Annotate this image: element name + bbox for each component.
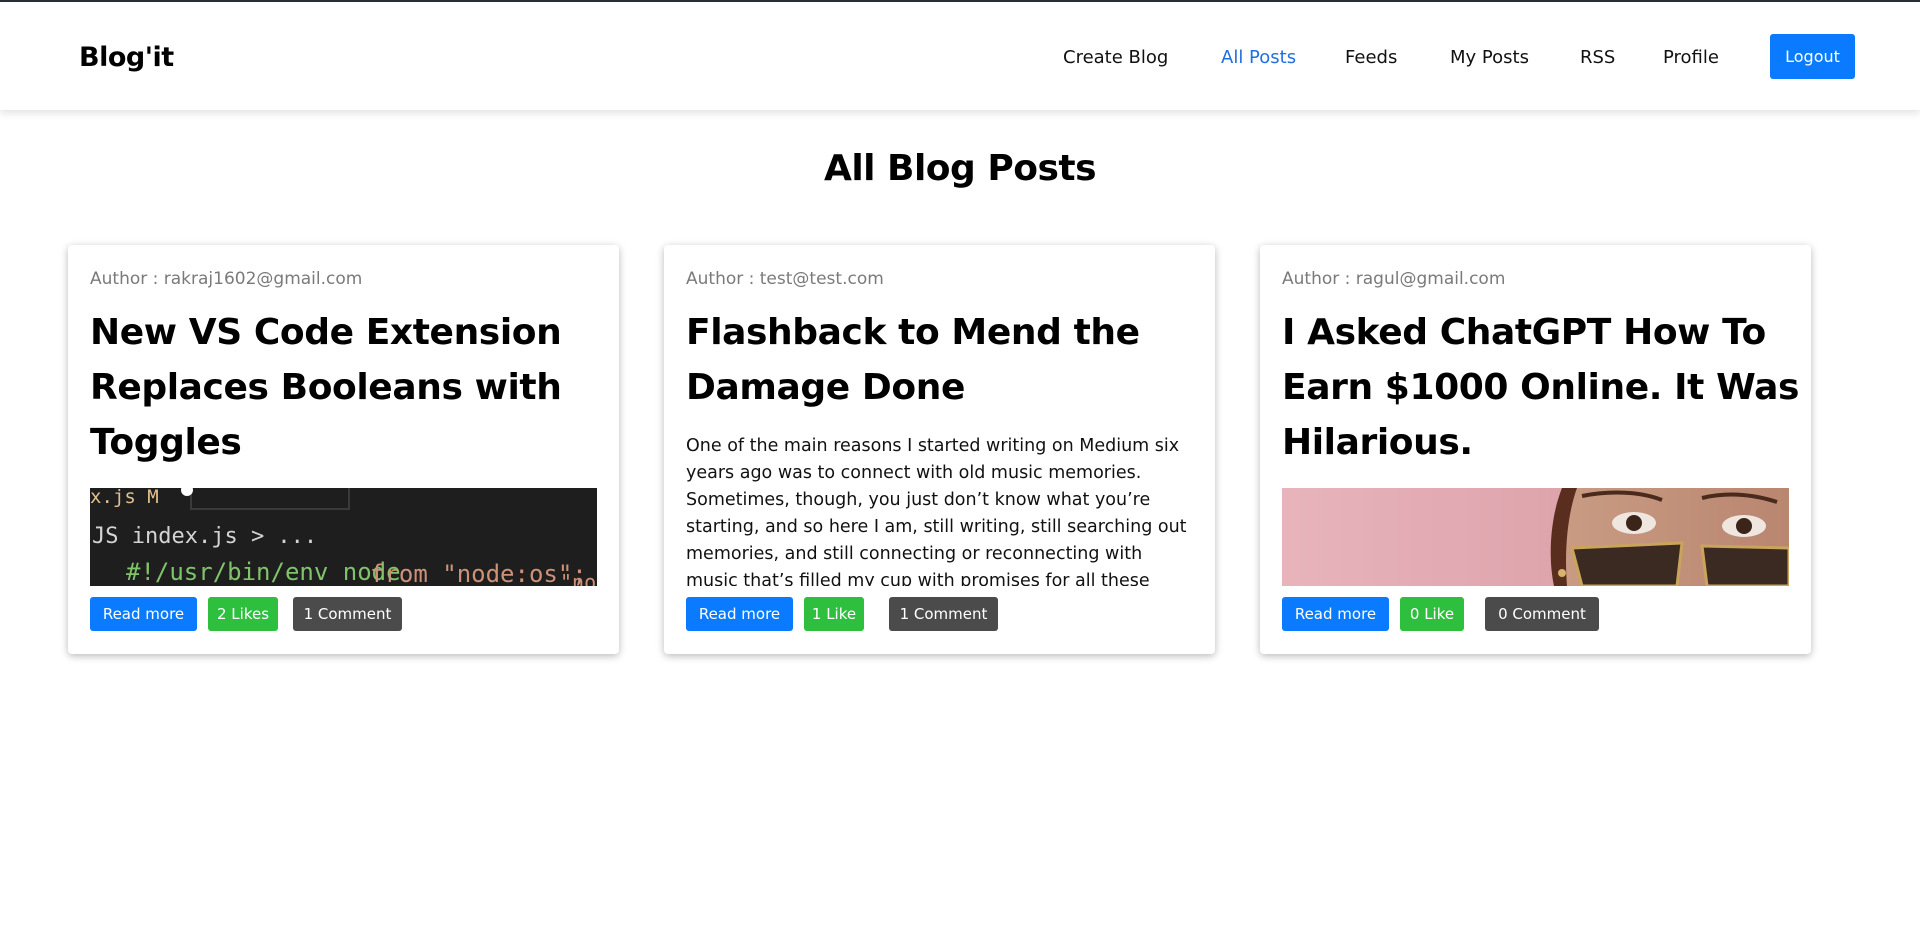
code-line: from "node:os"; [370, 560, 587, 586]
nav-rss[interactable]: RSS [1580, 47, 1615, 68]
post-author: Author : test@test.com [686, 269, 884, 289]
nav-create-blog[interactable]: Create Blog [1063, 47, 1168, 68]
page-title: All Blog Posts [823, 148, 1097, 189]
code-line: #!/usr/bin/env node [126, 558, 401, 586]
post-image: x.js M JS index.js > ... #!/usr/bin/env … [90, 488, 597, 586]
post-title: Flashback to Mend the Damage Done [686, 312, 1140, 408]
nav-my-posts[interactable]: My Posts [1450, 47, 1529, 68]
comments-button[interactable]: 0 Comment [1485, 597, 1599, 631]
portrait-illustration [1282, 488, 1789, 586]
code-line: x.js M [90, 488, 159, 508]
nav-feeds[interactable]: Feeds [1345, 47, 1397, 68]
post-author: Author : ragul@gmail.com [1282, 269, 1506, 289]
code-screenshot-image: x.js M JS index.js > ... #!/usr/bin/env … [90, 488, 597, 586]
post-image [1282, 488, 1789, 586]
post-title: I Asked ChatGPT How To Earn $1000 Online… [1282, 312, 1800, 463]
code-line: JS index.js > ... [92, 524, 318, 549]
likes-button[interactable]: 1 Like [804, 597, 864, 631]
likes-button[interactable]: 2 Likes [208, 597, 278, 631]
post-title: New VS Code Extension Replaces Booleans … [90, 312, 562, 463]
nav-profile[interactable]: Profile [1663, 47, 1719, 68]
read-more-button[interactable]: Read more [90, 597, 197, 631]
nav-all-posts[interactable]: All Posts [1221, 47, 1296, 68]
navbar: Blog'it Create Blog All Posts Feeds My P… [0, 2, 1920, 110]
logout-button[interactable]: Logout [1770, 34, 1855, 79]
post-card: Author : test@test.com Flashback to Mend… [664, 245, 1215, 654]
comments-button[interactable]: 1 Comment [889, 597, 998, 631]
read-more-button[interactable]: Read more [686, 597, 793, 631]
read-more-button[interactable]: Read more [1282, 597, 1389, 631]
code-line: "node [560, 570, 597, 586]
post-author: Author : rakraj1602@gmail.com [90, 269, 363, 289]
post-card: Author : ragul@gmail.com I Asked ChatGPT… [1260, 245, 1811, 654]
brand-logo[interactable]: Blog'it [79, 42, 174, 73]
comments-button[interactable]: 1 Comment [293, 597, 402, 631]
post-card: Author : rakraj1602@gmail.com New VS Cod… [68, 245, 619, 654]
portrait-sunglasses-image [1282, 488, 1789, 586]
post-excerpt: One of the main reasons I started writin… [686, 436, 1187, 586]
likes-button[interactable]: 0 Like [1400, 597, 1464, 631]
